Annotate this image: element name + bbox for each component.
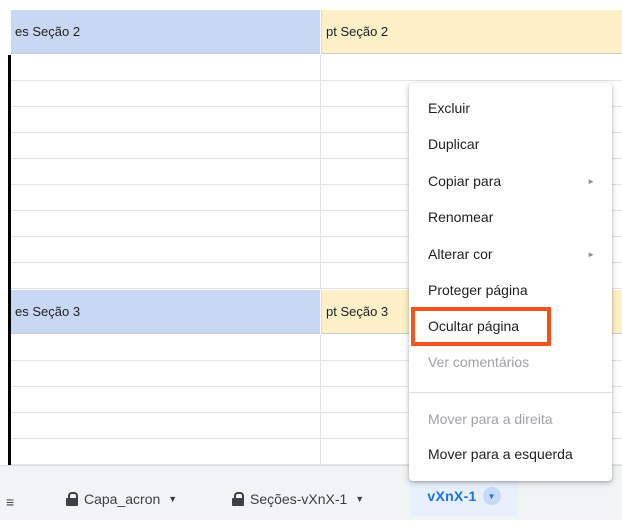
menu-item-label: Alterar cor	[428, 246, 493, 262]
frozen-column-border	[8, 55, 11, 465]
tab-label: Seções-vXnX-1	[250, 491, 348, 507]
tab-secoes-vxnx-1[interactable]: Seções-vXnX-1 ▼	[232, 484, 364, 514]
lock-icon	[232, 492, 244, 506]
menu-item-label: Copiar para	[428, 173, 502, 189]
chevron-down-icon[interactable]: ▼	[168, 494, 177, 504]
menu-item-label: Mover para a direita	[428, 411, 553, 427]
menu-item-proteger-pagina[interactable]: Proteger página	[409, 276, 612, 304]
lock-icon	[66, 492, 78, 506]
sheet-context-menu: Excluir Duplicar Copiar para ► Renomear …	[409, 83, 612, 481]
menu-item-renomear[interactable]: Renomear	[409, 203, 612, 231]
tab-label: vXnX-1	[427, 488, 477, 504]
grid-row[interactable]	[11, 55, 622, 81]
menu-item-label: Proteger página	[428, 282, 528, 298]
menu-item-ver-comentarios: Ver comentários	[409, 348, 612, 376]
menu-item-alterar-cor[interactable]: Alterar cor ►	[409, 240, 612, 268]
chevron-down-icon[interactable]: ▼	[482, 487, 501, 505]
menu-item-label: Mover para a esquerda	[428, 446, 573, 462]
submenu-arrow-icon: ►	[587, 176, 595, 186]
menu-item-mover-para-esquerda[interactable]: Mover para a esquerda	[409, 440, 612, 468]
menu-item-mover-para-direita: Mover para a direita	[409, 405, 612, 433]
column-divider	[320, 335, 321, 465]
chevron-down-icon[interactable]: ▼	[355, 494, 364, 504]
tab-label: Capa_acron	[84, 491, 161, 507]
menu-item-excluir[interactable]: Excluir	[409, 94, 612, 122]
menu-item-label: Ver comentários	[428, 354, 530, 370]
tab-vxnx-1[interactable]: vXnX-1 ▼	[410, 476, 518, 516]
menu-divider	[409, 392, 612, 393]
submenu-arrow-icon: ►	[587, 249, 595, 259]
cell-pt-section-2[interactable]: pt Seção 2	[321, 10, 622, 54]
column-divider	[320, 55, 321, 290]
menu-item-label: Excluir	[428, 100, 471, 116]
all-sheets-menu-icon[interactable]: ≡	[6, 495, 14, 509]
highlight-box	[411, 307, 551, 346]
menu-item-copiar-para[interactable]: Copiar para ►	[409, 167, 612, 195]
tab-bar-bottom-strip	[0, 520, 622, 526]
menu-item-duplicar[interactable]: Duplicar	[409, 130, 612, 158]
menu-item-label: Duplicar	[428, 136, 480, 152]
menu-item-label: Renomear	[428, 209, 494, 225]
cell-es-section-3[interactable]: es Seção 3	[11, 290, 320, 334]
tab-capa-acron[interactable]: Capa_acron ▼	[66, 484, 177, 514]
cell-es-section-2[interactable]: es Seção 2	[11, 10, 320, 54]
